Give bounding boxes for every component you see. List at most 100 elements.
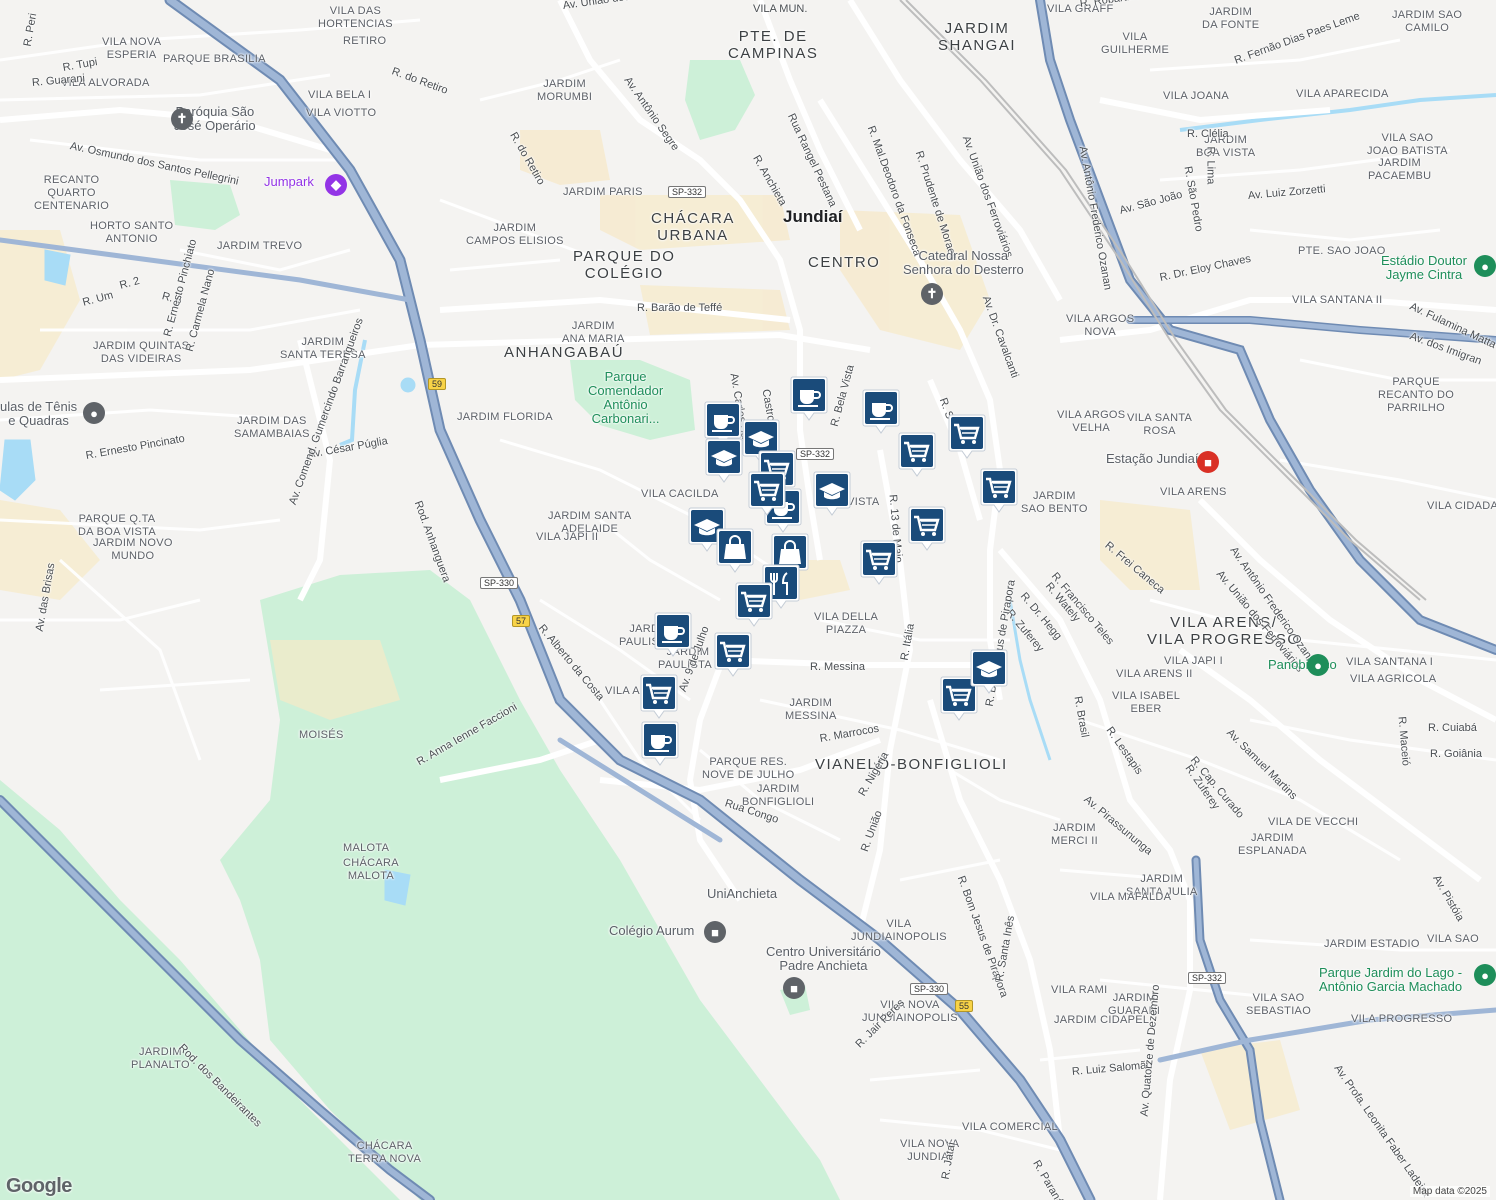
neighborhood-label: VILA APARECIDA [1296, 88, 1389, 100]
neighborhood-label: VILA DELLA PIAZZA [814, 611, 879, 636]
place-icon[interactable]: ◆ [325, 174, 347, 196]
cart-icon[interactable] [860, 539, 898, 585]
church-icon[interactable]: ✝ [921, 283, 943, 305]
cart-icon[interactable] [714, 631, 752, 677]
school-icon[interactable] [970, 648, 1008, 694]
route-shield: SP-332 [1188, 972, 1227, 984]
neighborhood-label: JARDIM NOVO MUNDO [93, 537, 173, 562]
neighborhood-label: VILA ISABEL EBER [1112, 690, 1181, 715]
map-attribution[interactable]: Map data ©2025 [1409, 1186, 1490, 1197]
route-shield: 57 [512, 615, 531, 627]
neighborhood-label: VILA A [605, 685, 640, 697]
cart-icon[interactable] [748, 470, 786, 516]
poi-label[interactable]: Catedral Nossa Senhora do Desterro [903, 249, 1024, 277]
neighborhood-label: VILA MAFALDA [1090, 891, 1172, 903]
bag-icon[interactable] [716, 527, 754, 573]
cart-icon[interactable] [948, 413, 986, 459]
neighborhood-label: JARDIM DAS SAMAMBAIAS [234, 415, 310, 440]
neighborhood-label: JARDIM DA FONTE [1202, 6, 1260, 31]
district-label: VIANELO-BONFIGLIOLI [815, 756, 1008, 773]
neighborhood-label: JARDIM FLORIDA [457, 411, 553, 423]
cart-icon[interactable] [640, 673, 678, 719]
route-shield: 59 [428, 378, 447, 390]
route-shield: SP-330 [480, 577, 519, 589]
place-icon[interactable]: ● [83, 402, 105, 424]
cafe-icon[interactable] [654, 611, 692, 657]
park-icon[interactable]: ● [1474, 964, 1496, 986]
neighborhood-label: VILA GUILHERME [1101, 31, 1170, 56]
neighborhood-label: CHÁCARA TERRA NOVA [348, 1140, 422, 1165]
poi-label[interactable]: Parque Jardim do Lago - Antônio Garcia M… [1319, 966, 1462, 994]
neighborhood-label: VILA NOVA ESPERIA [102, 36, 162, 61]
neighborhood-label: VILA SANTANA II [1292, 294, 1383, 306]
neighborhood-label: VILA VIOTTO [306, 107, 377, 119]
neighborhood-label: MALOTA [343, 842, 390, 854]
street-label: R. Clélia [1187, 128, 1229, 140]
school-icon[interactable] [813, 470, 851, 516]
neighborhood-label: VILA SANTA ROSA [1127, 412, 1193, 437]
route-shield: SP-330 [910, 983, 949, 995]
cafe-icon[interactable] [862, 388, 900, 434]
neighborhood-label: JARDIM ESPLANADA [1238, 832, 1307, 857]
neighborhood-label: VILA ARENS [1160, 486, 1227, 498]
neighborhood-label: JARDIM QUINTAS DAS VIDEIRAS [93, 340, 190, 365]
neighborhood-label: JARDIM MORUMBI [537, 78, 593, 103]
district-label: CHÁCARA URBANA [651, 210, 735, 244]
neighborhood-label: JARDIM CIDAPEL [1054, 1014, 1150, 1026]
neighborhood-label: VILA JOANA [1163, 90, 1229, 102]
poi-label[interactable]: Colégio Aurum [609, 924, 694, 938]
neighborhood-label: VILA SAO SEBASTIAO [1246, 992, 1312, 1017]
poi-label[interactable]: Jumpark [264, 175, 314, 188]
neighborhood-label: VILA SAO [1427, 933, 1479, 945]
district-label: PARQUE DO COLÉGIO [573, 248, 676, 282]
park-icon[interactable]: ● [1307, 654, 1329, 676]
neighborhood-label: VILA ARENS II [1116, 668, 1193, 680]
neighborhood-label: JARDIM ANA MARIA [562, 320, 625, 345]
neighborhood-label: JARDIM SAO BENTO [1021, 490, 1088, 515]
neighborhood-label: PARQUE RECANTO DO PARRILHO [1378, 376, 1455, 414]
poi-label[interactable]: UniAnchieta [707, 887, 777, 901]
poi-label[interactable]: Centro Universitário Padre Anchieta [766, 945, 881, 973]
cafe-icon[interactable] [790, 375, 828, 421]
neighborhood-label: VILA SANTANA I [1346, 656, 1434, 668]
neighborhood-label: VILA JAPI II [536, 531, 599, 543]
street-label: R. Barão de Teffé [637, 302, 723, 314]
cart-icon[interactable] [908, 505, 946, 551]
poi-label[interactable]: Estação Jundiaí [1106, 452, 1199, 466]
cart-icon[interactable] [898, 431, 936, 477]
neighborhood-label: VILA COMERCIAL [962, 1121, 1058, 1133]
district-label: JARDIM SHANGAI [938, 20, 1017, 54]
neighborhood-label: PTE. SAO JOAO [1298, 245, 1386, 257]
street-label: R. Goiânia [1430, 748, 1482, 760]
city-label: Jundiaí [783, 207, 843, 226]
neighborhood-label: RETIRO [343, 35, 387, 47]
neighborhood-label: PARQUE RES. NOVE DE JULHO [702, 756, 795, 781]
school-icon[interactable]: ■ [783, 977, 805, 999]
neighborhood-label: VILA ARGOS NOVA [1066, 313, 1135, 338]
poi-label[interactable]: Parque Comendador Antônio Carbonari... [588, 370, 663, 426]
neighborhood-label: JARDIM PARIS [563, 186, 643, 198]
school-icon[interactable] [705, 437, 743, 483]
route-shield: SP-332 [796, 448, 835, 460]
neighborhood-label: JARDIM MESSINA [785, 697, 837, 722]
street-label: R. Lima [1204, 146, 1217, 185]
train-station-icon[interactable]: ■ [1197, 451, 1219, 473]
neighborhood-label: PARQUE BRASILIA [163, 53, 266, 65]
school-icon[interactable]: ■ [704, 921, 726, 943]
poi-label[interactable]: Estádio Doutor Jayme Cintra [1381, 254, 1467, 282]
poi-label[interactable]: ulas de Tênis e Quadras [0, 400, 77, 428]
cart-icon[interactable] [980, 467, 1018, 513]
google-logo: Google [6, 1175, 72, 1197]
cafe-icon[interactable] [641, 720, 679, 766]
district-label: CENTRO [808, 254, 881, 271]
neighborhood-label: VILA PROGRESSO [1351, 1013, 1453, 1025]
cart-icon[interactable] [735, 581, 773, 627]
neighborhood-label: VILA DE VECCHI [1268, 816, 1359, 828]
neighborhood-label: JARDIM ESTADIO [1324, 938, 1420, 950]
map-canvas[interactable]: PTE. DE CAMPINAS JARDIM SHANGAI CHÁCARA … [0, 0, 1496, 1200]
street-label: R. Cuiabá [1428, 722, 1477, 734]
church-icon[interactable]: ✝ [171, 108, 193, 130]
neighborhood-label: HORTO SANTO ANTONIO [90, 220, 174, 245]
street-label: VILA MUN. [753, 3, 808, 15]
park-icon[interactable]: ● [1474, 255, 1496, 277]
